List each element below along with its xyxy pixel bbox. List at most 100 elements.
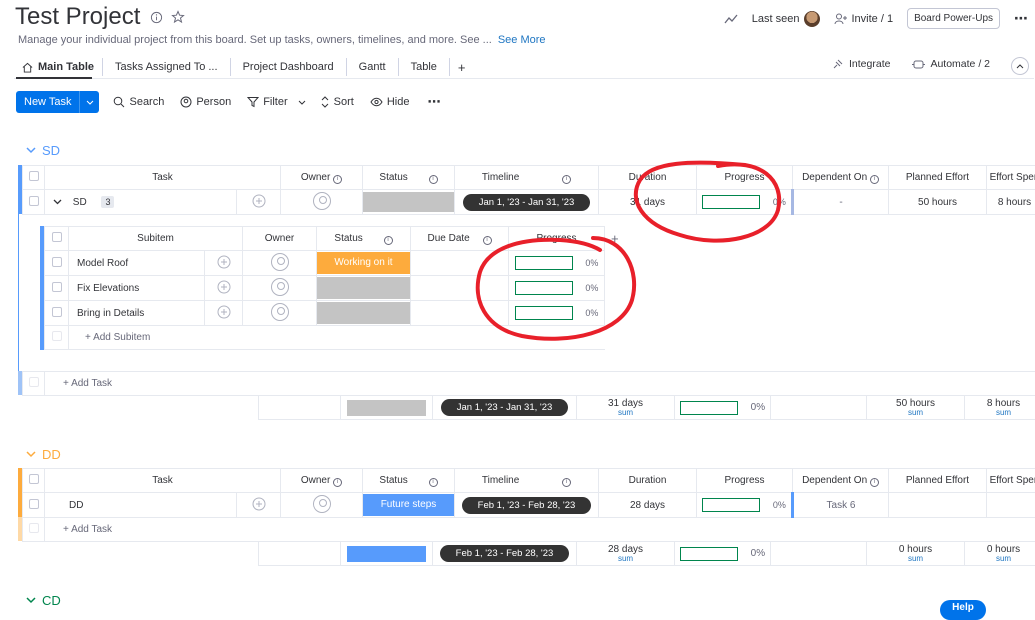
dependent-on-cell[interactable]: Task 6 <box>793 493 889 518</box>
chevron-down-icon[interactable] <box>298 100 306 105</box>
tab-gantt[interactable]: Gantt <box>347 58 399 76</box>
group-title[interactable]: CD <box>42 593 61 608</box>
subitem-name[interactable]: Model Roof <box>69 251 205 276</box>
board-title[interactable]: Test Project <box>15 3 140 31</box>
dependent-on-cell[interactable]: - <box>793 190 889 215</box>
status-cell[interactable]: Future steps <box>363 493 455 518</box>
column-header-effort-spent[interactable]: Effort Spen <box>987 469 1035 493</box>
column-header-timeline[interactable]: Timeline i <box>455 469 599 493</box>
help-button[interactable]: Help <box>940 600 986 620</box>
summary-status-cell[interactable] <box>341 396 433 420</box>
column-header-owner[interactable]: Owner i <box>281 166 363 190</box>
column-header-progress[interactable]: Progress <box>509 227 605 251</box>
subitem-count-badge[interactable]: 3 <box>101 196 114 208</box>
task-name-cell[interactable]: SD 3 <box>45 190 237 215</box>
row-checkbox[interactable] <box>23 190 45 215</box>
select-all-checkbox[interactable] <box>23 469 45 493</box>
group-header-sd[interactable]: SD <box>26 143 60 158</box>
effort-spent-cell[interactable]: 8 hours <box>987 190 1035 215</box>
info-icon[interactable]: i <box>429 478 438 487</box>
column-header-dependent-on[interactable]: Dependent On i <box>793 469 889 493</box>
group-header-dd[interactable]: DD <box>26 447 61 462</box>
summary-timeline-cell[interactable]: Feb 1, '23 - Feb 28, '23 <box>433 542 577 566</box>
add-update-icon[interactable] <box>237 493 281 518</box>
owner-cell[interactable] <box>281 190 363 215</box>
group-header-cd[interactable]: CD <box>26 593 61 608</box>
column-header-status[interactable]: Status i <box>363 469 455 493</box>
add-subitem-button[interactable]: + Add Subitem <box>69 326 605 350</box>
owner-cell[interactable] <box>243 251 317 276</box>
add-update-icon[interactable] <box>237 190 281 215</box>
invite-button[interactable]: Invite / 1 <box>834 13 894 25</box>
chevron-down-icon[interactable] <box>53 199 62 205</box>
add-update-icon[interactable] <box>205 276 243 301</box>
row-checkbox[interactable] <box>23 493 45 518</box>
add-update-icon[interactable] <box>205 251 243 276</box>
column-header-status[interactable]: Status i <box>363 166 455 190</box>
list-item[interactable]: Model Roof Working on it 0% <box>45 251 605 276</box>
new-task-button[interactable]: New Task <box>16 91 99 113</box>
column-header-status[interactable]: Status i <box>317 227 411 251</box>
info-icon[interactable]: i <box>870 478 879 487</box>
column-header-dependent-on[interactable]: Dependent On i <box>793 166 889 190</box>
column-header-owner[interactable]: Owner <box>243 227 317 251</box>
automate-button[interactable]: Automate / 2 <box>912 58 990 70</box>
activity-icon[interactable] <box>724 13 738 25</box>
tab-tasks-assigned[interactable]: Tasks Assigned To ... <box>103 58 231 76</box>
collapse-header-icon[interactable] <box>1011 57 1029 75</box>
due-date-cell[interactable] <box>411 276 509 301</box>
timeline-cell[interactable]: Jan 1, '23 - Jan 31, '23 <box>455 190 599 215</box>
info-icon[interactable]: i <box>562 478 571 487</box>
board-power-ups-button[interactable]: Board Power-Ups <box>907 8 1000 29</box>
progress-cell[interactable]: 0% <box>509 276 605 301</box>
chevron-down-icon[interactable] <box>26 451 36 458</box>
filter-button[interactable]: Filter <box>247 96 305 108</box>
duration-cell[interactable]: 31 days <box>599 190 697 215</box>
status-cell[interactable] <box>317 301 411 326</box>
hide-button[interactable]: Hide <box>370 96 410 108</box>
task-name[interactable]: DD <box>45 493 237 518</box>
sort-button[interactable]: Sort <box>320 96 354 108</box>
column-header-progress[interactable]: Progress <box>697 166 793 190</box>
info-icon[interactable]: i <box>483 236 492 245</box>
add-task-row-dd[interactable]: + Add Task <box>23 518 1035 542</box>
list-item[interactable]: Fix Elevations 0% <box>45 276 605 301</box>
more-icon[interactable]: ⋯ <box>427 94 440 110</box>
planned-effort-cell[interactable] <box>889 493 987 518</box>
add-view-button[interactable]: + <box>450 58 474 76</box>
person-filter-button[interactable]: Person <box>180 96 231 108</box>
owner-cell[interactable] <box>281 493 363 518</box>
add-task-button[interactable]: + Add Task <box>45 372 1035 396</box>
timeline-cell[interactable]: Feb 1, '23 - Feb 28, '23 <box>455 493 599 518</box>
progress-cell[interactable]: 0% <box>509 251 605 276</box>
status-cell[interactable] <box>363 190 455 215</box>
table-row[interactable]: SD 3 Jan 1, '23 - Jan 31, '23 31 days 0%… <box>23 190 1035 215</box>
column-header-due-date[interactable]: Due Date i <box>411 227 509 251</box>
search-button[interactable]: Search <box>113 96 164 108</box>
row-checkbox[interactable] <box>45 251 69 276</box>
info-icon[interactable]: i <box>562 175 571 184</box>
info-icon[interactable]: i <box>870 175 879 184</box>
info-icon[interactable]: i <box>384 236 393 245</box>
chevron-down-icon[interactable] <box>26 597 36 604</box>
column-header-duration[interactable]: Duration <box>599 166 697 190</box>
list-item[interactable]: Bring in Details 0% <box>45 301 605 326</box>
add-update-icon[interactable] <box>205 301 243 326</box>
column-header-task[interactable]: Task <box>45 469 281 493</box>
integrate-button[interactable]: Integrate <box>832 58 890 70</box>
chevron-down-icon[interactable] <box>26 147 36 154</box>
duration-cell[interactable]: 28 days <box>599 493 697 518</box>
due-date-cell[interactable] <box>411 251 509 276</box>
task-name[interactable]: SD <box>73 197 87 208</box>
group-title[interactable]: SD <box>42 143 60 158</box>
owner-cell[interactable] <box>243 276 317 301</box>
progress-cell[interactable]: 0% <box>509 301 605 326</box>
chevron-down-icon[interactable] <box>79 91 99 113</box>
star-icon[interactable] <box>171 10 185 24</box>
info-icon[interactable]: i <box>333 478 342 487</box>
owner-cell[interactable] <box>243 301 317 326</box>
summary-timeline-cell[interactable]: Jan 1, '23 - Jan 31, '23 <box>433 396 577 420</box>
planned-effort-cell[interactable]: 50 hours <box>889 190 987 215</box>
select-all-checkbox[interactable] <box>23 166 45 190</box>
due-date-cell[interactable] <box>411 301 509 326</box>
